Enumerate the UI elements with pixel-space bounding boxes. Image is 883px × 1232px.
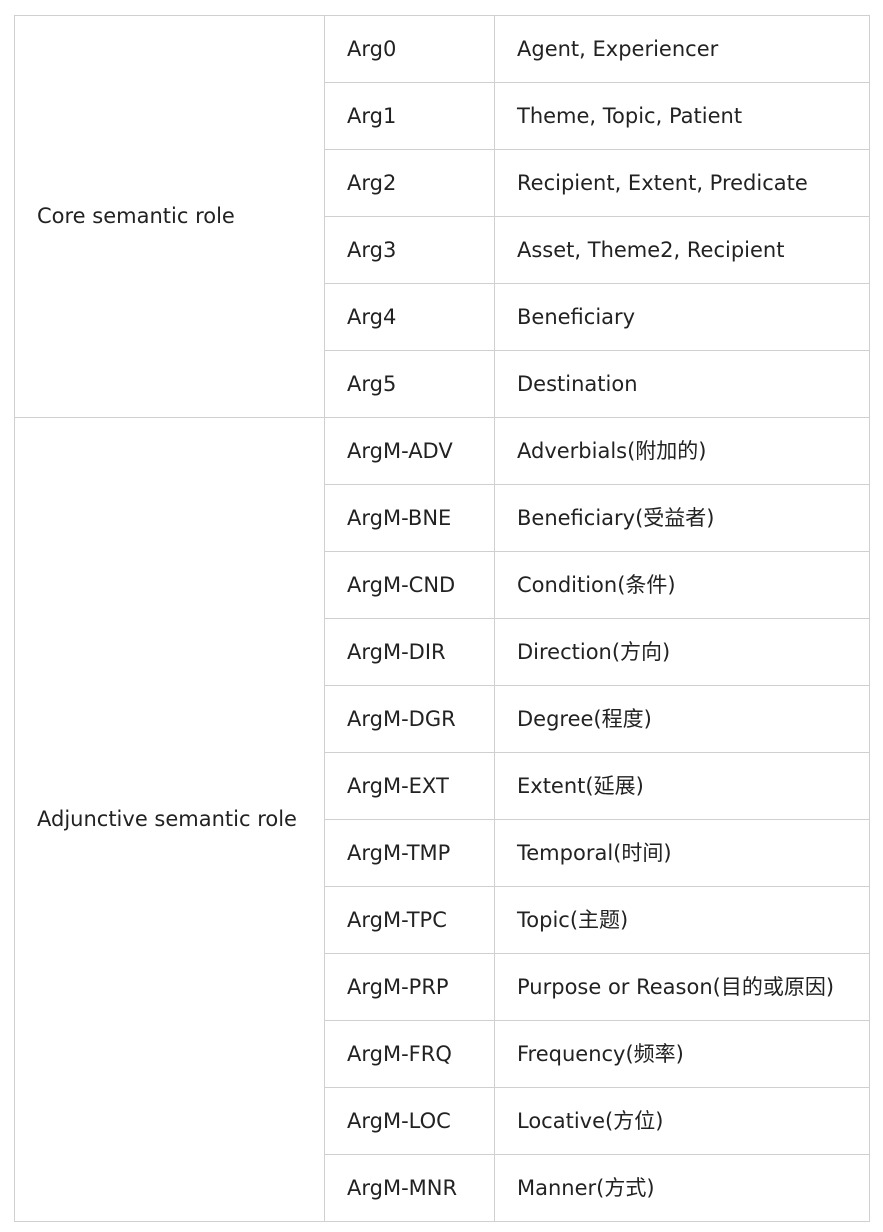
role-description-cell: Manner(方式) — [494, 1154, 870, 1222]
role-label-cell: Arg4 — [324, 283, 495, 351]
role-description-cell: Temporal(时间) — [494, 819, 870, 887]
role-label-cell: ArgM-MNR — [324, 1154, 495, 1222]
semantic-role-table-body: Core semantic role Arg0 Agent, Experiencer… — [14, 15, 870, 1222]
role-label-cell: Arg5 — [324, 350, 495, 418]
role-label-cell: ArgM-DIR — [324, 618, 495, 686]
role-label-cell: ArgM-ADV — [324, 417, 495, 485]
role-label-cell: Arg2 — [324, 149, 495, 217]
role-label-cell: Arg1 — [324, 82, 495, 150]
role-description-cell: Beneficiary — [494, 283, 870, 351]
role-label-cell: ArgM-TMP — [324, 819, 495, 887]
role-description-cell: Purpose or Reason(目的或原因) — [494, 953, 870, 1021]
role-description-cell: Destination — [494, 350, 870, 418]
role-description-cell: Recipient, Extent, Predicate — [494, 149, 870, 217]
role-category-cell: Adjunctive semantic role — [14, 417, 325, 1222]
role-label-cell: ArgM-BNE — [324, 484, 495, 552]
role-description-cell: Extent(延展) — [494, 752, 870, 820]
role-description-cell: Beneficiary(受益者) — [494, 484, 870, 552]
role-description-cell: Agent, Experiencer — [494, 15, 870, 83]
role-description-cell: Adverbials(附加的) — [494, 417, 870, 485]
role-description-cell: Condition(条件) — [494, 551, 870, 619]
role-label-cell: Arg0 — [324, 15, 495, 83]
role-description-cell: Frequency(频率) — [494, 1020, 870, 1088]
role-label-cell: ArgM-PRP — [324, 953, 495, 1021]
table-row: Core semantic role Arg0 Agent, Experiencer — [14, 15, 870, 418]
role-label-cell: ArgM-FRQ — [324, 1020, 495, 1088]
role-label-cell: ArgM-DGR — [324, 685, 495, 753]
role-label-cell: ArgM-CND — [324, 551, 495, 619]
role-description-cell: Locative(方位) — [494, 1087, 870, 1155]
semantic-role-table: Core semantic role Arg0 Agent, Experiencer… — [14, 15, 870, 1222]
table-row: Adjunctive semantic role ArgM-ADV Adverbia… — [14, 417, 870, 1222]
role-category-cell: Core semantic role — [14, 15, 325, 418]
role-description-cell: Direction(方向) — [494, 618, 870, 686]
role-label-cell: ArgM-EXT — [324, 752, 495, 820]
role-label-cell: ArgM-LOC — [324, 1087, 495, 1155]
role-description-cell: Asset, Theme2, Recipient — [494, 216, 870, 284]
role-description-cell: Topic(主题) — [494, 886, 870, 954]
role-description-cell: Theme, Topic, Patient — [494, 82, 870, 150]
role-description-cell: Degree(程度) — [494, 685, 870, 753]
role-label-cell: ArgM-TPC — [324, 886, 495, 954]
role-label-cell: Arg3 — [324, 216, 495, 284]
